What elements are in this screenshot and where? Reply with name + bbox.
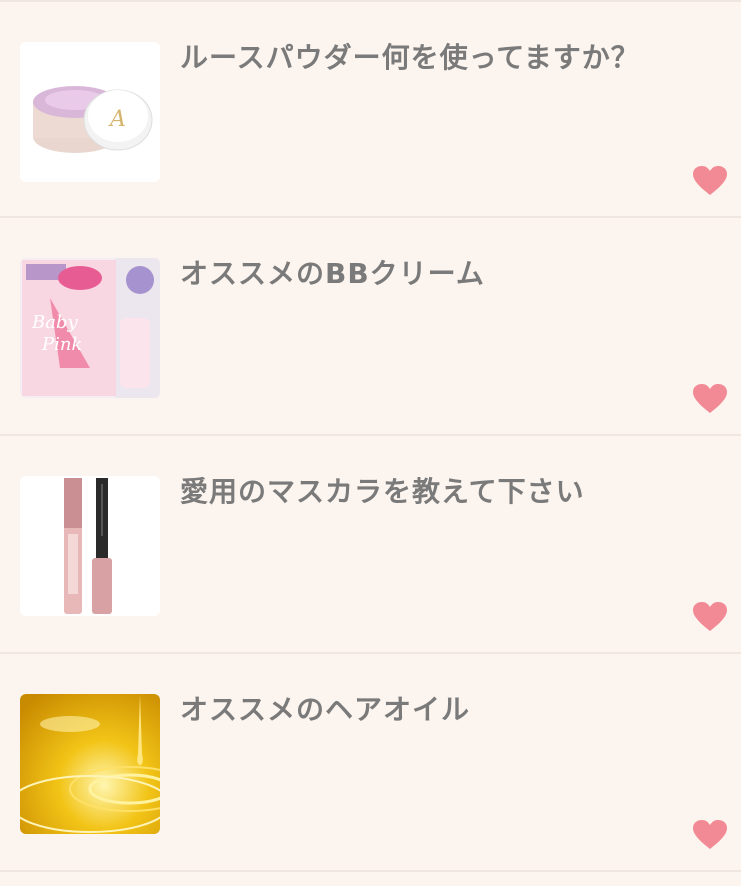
mascara-tubes-image [20,476,160,616]
svg-text:A: A [108,107,126,132]
list-item[interactable]: 愛用のマスカラを教えて下さい [0,436,741,654]
topic-title[interactable]: 愛用のマスカラを教えて下さい [180,472,717,512]
bb-cream-package-image: Baby Pink [20,258,160,398]
topic-list: A ルースパウダー何を使ってますか？ Baby Pink オススメのBBクリーム [0,0,741,886]
heart-icon[interactable] [693,602,727,632]
svg-text:Baby: Baby [31,312,78,333]
loose-powder-jar-image: A [20,42,160,182]
topic-title[interactable]: オススメのBBクリーム [180,254,717,294]
topic-title[interactable]: ルースパウダー何を使ってますか？ [180,38,717,78]
svg-text:Pink: Pink [41,334,82,355]
list-item[interactable]: Baby Pink オススメのBBクリーム [0,218,741,436]
list-item[interactable]: オススメのヘアオイル [0,654,741,872]
heart-icon[interactable] [693,820,727,850]
golden-hair-oil-image [20,694,160,834]
topic-title[interactable]: オススメのヘアオイル [180,690,717,730]
heart-icon[interactable] [693,166,727,196]
list-item[interactable]: A ルースパウダー何を使ってますか？ [0,0,741,218]
heart-icon[interactable] [693,384,727,414]
